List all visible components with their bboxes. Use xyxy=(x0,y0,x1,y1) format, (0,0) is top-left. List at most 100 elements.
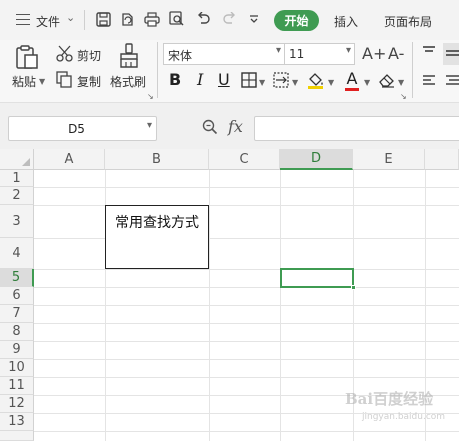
row-header-6[interactable]: 6 xyxy=(0,287,34,305)
grow-font-button[interactable]: A+ xyxy=(362,44,386,63)
gridline xyxy=(34,377,459,378)
divider xyxy=(84,10,85,30)
merge-cells-icon[interactable] xyxy=(273,72,289,91)
row-header-10[interactable]: 10 xyxy=(0,359,34,377)
scissors-icon[interactable] xyxy=(56,45,73,65)
watermark-url: jingyan.baidu.com xyxy=(362,412,446,422)
gridline xyxy=(209,170,210,441)
save-icon[interactable] xyxy=(94,10,112,28)
divider xyxy=(157,42,158,98)
format-painter-icon[interactable] xyxy=(118,43,140,72)
row-header-7[interactable]: 7 xyxy=(0,305,34,323)
paste-dropdown-icon[interactable]: ▼ xyxy=(39,77,45,86)
row-header-12[interactable]: 12 xyxy=(0,395,34,413)
watermark-logo: Bai百度经验 xyxy=(345,390,434,408)
divider xyxy=(412,42,413,98)
row-header-14[interactable] xyxy=(0,431,34,441)
gridline xyxy=(34,205,459,206)
copy-icon[interactable] xyxy=(56,71,73,91)
border-icon[interactable] xyxy=(241,72,257,91)
export-icon[interactable] xyxy=(118,10,136,28)
gridline xyxy=(34,323,459,324)
cut-label[interactable]: 剪切 xyxy=(77,47,101,64)
gridline xyxy=(34,305,459,306)
align-left-icon[interactable] xyxy=(422,75,436,90)
italic-button[interactable]: I xyxy=(197,70,203,89)
column-header-f[interactable] xyxy=(425,149,459,170)
font-name-value: 宋体 xyxy=(168,49,193,63)
row-header-11[interactable]: 11 xyxy=(0,377,34,395)
column-header-c[interactable]: C xyxy=(209,149,280,170)
chevron-down-icon[interactable]: ▾ xyxy=(147,120,152,131)
row-header-8[interactable]: 8 xyxy=(0,323,34,341)
font-color-swatch xyxy=(345,88,359,91)
file-menu[interactable]: 文件 xyxy=(36,13,60,30)
column-header-b[interactable]: B xyxy=(105,149,209,170)
font-color-button[interactable]: A xyxy=(345,69,359,91)
font-color-dropdown-icon[interactable]: ▼ xyxy=(364,78,370,87)
bold-button[interactable]: B xyxy=(169,70,181,89)
active-cell-d5[interactable] xyxy=(280,268,356,290)
format-painter-label[interactable]: 格式刷 xyxy=(110,73,146,90)
gridline xyxy=(34,359,459,360)
print-icon[interactable] xyxy=(143,10,161,28)
cell-b3[interactable]: 常用查找方式 xyxy=(105,205,209,238)
font-name-select[interactable]: 宋体 ▾ xyxy=(163,43,285,65)
row-header-5[interactable]: 5 xyxy=(0,269,34,287)
merge-dropdown-icon[interactable]: ▼ xyxy=(292,78,298,87)
underline-button[interactable]: U xyxy=(218,70,230,89)
name-box-value: D5 xyxy=(68,122,85,136)
column-header-e[interactable]: E xyxy=(353,149,425,170)
font-size-select[interactable]: 11 ▾ xyxy=(284,43,355,65)
row-header-13[interactable]: 13 xyxy=(0,413,34,431)
redo-icon[interactable] xyxy=(220,10,238,28)
font-launcher-icon[interactable]: ↘ xyxy=(400,92,407,101)
customize-toolbar-icon[interactable] xyxy=(245,10,263,28)
chevron-down-icon: ▾ xyxy=(275,45,281,56)
gridline xyxy=(34,269,459,270)
select-all-corner[interactable] xyxy=(0,149,34,170)
name-box[interactable]: D5 ▾ xyxy=(8,116,157,141)
tab-insert[interactable]: 插入 xyxy=(334,13,358,30)
row-header-1[interactable]: 1 xyxy=(0,170,34,187)
chevron-down-icon[interactable]: ⌄ xyxy=(66,11,75,24)
formula-bar: D5 ▾ fx xyxy=(0,103,459,149)
paste-icon[interactable] xyxy=(14,44,40,73)
cell-b4[interactable] xyxy=(105,237,209,269)
font-size-value: 11 xyxy=(289,47,305,61)
tab-home[interactable]: 开始 xyxy=(274,10,319,31)
eraser-icon[interactable] xyxy=(378,72,396,91)
gridline xyxy=(34,341,459,342)
paste-label[interactable]: 粘贴 xyxy=(12,73,36,90)
border-dropdown-icon[interactable]: ▼ xyxy=(259,78,265,87)
column-header-d[interactable]: D xyxy=(280,149,353,170)
fill-handle[interactable] xyxy=(351,285,356,290)
row-header-3[interactable]: 3 xyxy=(0,205,34,238)
fill-color-icon[interactable] xyxy=(307,71,325,92)
column-header-a[interactable]: A xyxy=(34,149,105,170)
row-header-2[interactable]: 2 xyxy=(0,187,34,205)
fx-icon[interactable]: fx xyxy=(228,117,243,136)
zoom-search-icon[interactable] xyxy=(202,119,218,138)
gridline xyxy=(280,170,281,441)
gridline xyxy=(34,431,459,432)
fill-color-dropdown-icon[interactable]: ▼ xyxy=(328,78,334,87)
gridline xyxy=(34,187,459,188)
clear-dropdown-icon[interactable]: ▼ xyxy=(398,78,404,87)
align-middle-icon[interactable] xyxy=(443,43,459,65)
tab-page-layout[interactable]: 页面布局 xyxy=(384,13,432,30)
menu-icon[interactable] xyxy=(16,14,30,25)
shrink-font-button[interactable]: A- xyxy=(388,44,404,63)
copy-label[interactable]: 复制 xyxy=(77,73,101,90)
font-color-glyph: A xyxy=(346,69,358,88)
print-preview-icon[interactable] xyxy=(168,10,186,28)
align-center-icon[interactable] xyxy=(445,75,459,90)
undo-icon[interactable] xyxy=(194,10,212,28)
gridline xyxy=(34,287,459,288)
clipboard-launcher-icon[interactable]: ↘ xyxy=(147,92,154,101)
row-header-4[interactable]: 4 xyxy=(0,238,34,269)
row-header-9[interactable]: 9 xyxy=(0,341,34,359)
gridline xyxy=(34,238,459,239)
formula-input[interactable] xyxy=(254,116,459,141)
align-top-icon[interactable] xyxy=(422,46,436,61)
